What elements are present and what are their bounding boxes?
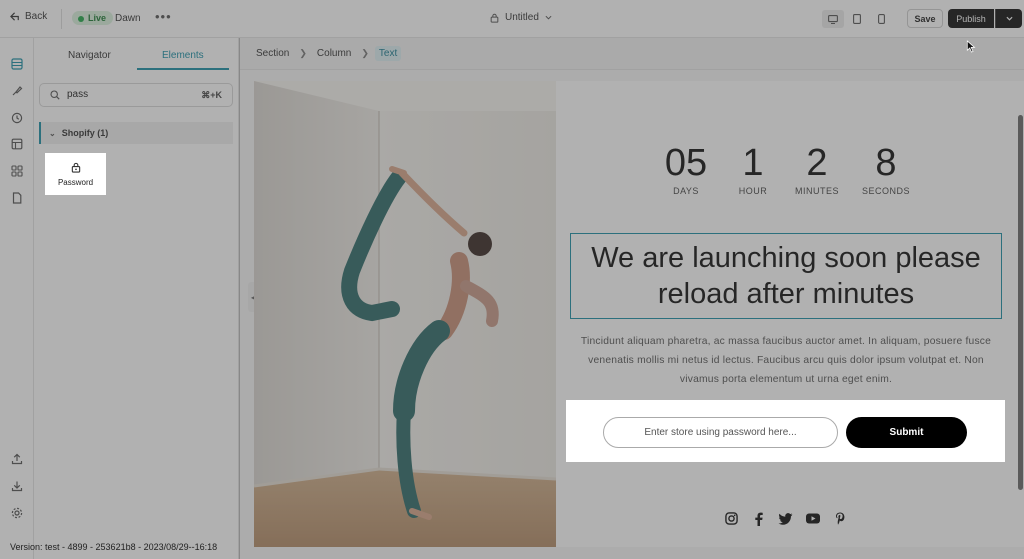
- store-password-input[interactable]: [603, 417, 838, 448]
- countdown-minutes: 2 MINUTES: [784, 143, 850, 196]
- chevron-right-icon: ❯: [361, 48, 369, 58]
- search-shortcut-hint: ⌘+K: [201, 90, 222, 100]
- publish-options-button[interactable]: [995, 9, 1022, 28]
- divider: [61, 9, 62, 29]
- lock-icon: [71, 162, 80, 173]
- countdown-hours: 1 HOUR: [728, 143, 778, 196]
- page-icon[interactable]: [9, 190, 25, 206]
- back-button[interactable]: Back: [10, 11, 47, 22]
- element-search-input[interactable]: [67, 89, 187, 100]
- countdown-value: 2: [806, 142, 828, 184]
- password-page-content: 05 DAYS 1 HOUR 2 MINUTES 8 SECONDS We ar…: [556, 81, 1024, 547]
- desktop-view-button[interactable]: [822, 10, 844, 28]
- countdown-days: 05 DAYS: [656, 143, 716, 196]
- tablet-view-button[interactable]: [846, 10, 868, 28]
- submit-button[interactable]: Submit: [846, 417, 967, 448]
- instagram-icon[interactable]: [724, 511, 739, 526]
- yoga-hero-image[interactable]: [254, 81, 556, 547]
- breadcrumb-text[interactable]: Text: [374, 46, 402, 61]
- breadcrumb-section[interactable]: Section: [252, 46, 293, 61]
- sidebar-icon-rail: [0, 38, 34, 559]
- countdown-value: 8: [875, 142, 897, 184]
- description-text: Tincidunt aliquam pharetra, ac massa fau…: [580, 336, 992, 385]
- publish-button[interactable]: Publish: [948, 9, 994, 28]
- tab-navigator[interactable]: Navigator: [68, 50, 111, 61]
- chevron-down-icon: [1005, 16, 1013, 21]
- template-icon[interactable]: [9, 136, 25, 152]
- selected-headline-text[interactable]: We are launching soon please reload afte…: [570, 233, 1002, 319]
- breadcrumb: Section ❯ Column ❯ Text: [240, 38, 1024, 70]
- version-info: Version: test - 4899 - 253621b8 - 2023/0…: [10, 542, 218, 552]
- element-group-label: Shopify (1): [61, 128, 109, 138]
- mobile-icon: [877, 14, 885, 24]
- upload-icon[interactable]: [9, 451, 25, 467]
- search-icon: [50, 90, 60, 100]
- save-button[interactable]: Save: [907, 9, 943, 28]
- mobile-view-button[interactable]: [870, 10, 892, 28]
- chevron-right-icon: ❯: [299, 48, 307, 58]
- download-icon[interactable]: [9, 478, 25, 494]
- mouse-cursor-icon: [966, 40, 976, 53]
- element-search-box: ⌘+K: [39, 83, 233, 107]
- settings-gear-icon[interactable]: [9, 505, 25, 521]
- more-options-icon[interactable]: •••: [155, 9, 172, 24]
- youtube-icon[interactable]: [805, 511, 820, 526]
- theme-name: Dawn: [115, 13, 141, 24]
- countdown-label: SECONDS: [861, 186, 910, 196]
- lock-icon: [490, 13, 499, 23]
- live-status-badge: Live: [72, 11, 114, 25]
- facebook-icon[interactable]: [751, 511, 766, 526]
- brush-icon[interactable]: [9, 83, 25, 99]
- tablet-icon: [853, 14, 861, 24]
- password-form: Submit: [566, 400, 1005, 462]
- password-element-card[interactable]: Password: [45, 153, 106, 195]
- top-bar: Back Live Dawn ••• Untitled Save Publish: [0, 0, 1024, 38]
- countdown-label: DAYS: [673, 186, 699, 196]
- element-card-label: Password: [57, 177, 94, 187]
- device-switcher: [822, 10, 892, 28]
- countdown-label: HOUR: [738, 186, 768, 196]
- countdown-seconds: 8 SECONDS: [856, 143, 916, 196]
- apps-icon[interactable]: [9, 163, 25, 179]
- back-icon: [10, 12, 19, 21]
- history-icon[interactable]: [9, 110, 25, 126]
- active-tab-indicator: [137, 68, 229, 70]
- countdown-value: 05: [664, 142, 708, 184]
- twitter-icon[interactable]: [778, 511, 793, 526]
- canvas-scrollbar[interactable]: [1018, 115, 1023, 490]
- page-title: Untitled: [505, 12, 539, 23]
- panel-tabs: Navigator Elements: [34, 38, 239, 72]
- desktop-icon: [828, 14, 838, 24]
- countdown-label: MINUTES: [795, 186, 839, 196]
- breadcrumb-column[interactable]: Column: [313, 46, 355, 61]
- back-label: Back: [25, 11, 48, 22]
- chevron-down-icon: ⌄: [49, 128, 56, 138]
- countdown-value: 1: [742, 142, 764, 184]
- page-title-dropdown[interactable]: Untitled: [490, 12, 552, 23]
- editor-canvas: ◀: [240, 70, 1024, 559]
- pinterest-icon[interactable]: [832, 511, 847, 526]
- layers-icon[interactable]: [9, 56, 25, 72]
- element-group-shopify[interactable]: ⌄ Shopify (1): [39, 122, 233, 144]
- elements-panel: Navigator Elements ⌘+K ⌄ Shopify (1): [34, 38, 239, 559]
- tab-elements[interactable]: Elements: [162, 50, 204, 61]
- social-links: [724, 511, 847, 526]
- chevron-down-icon: [545, 15, 552, 20]
